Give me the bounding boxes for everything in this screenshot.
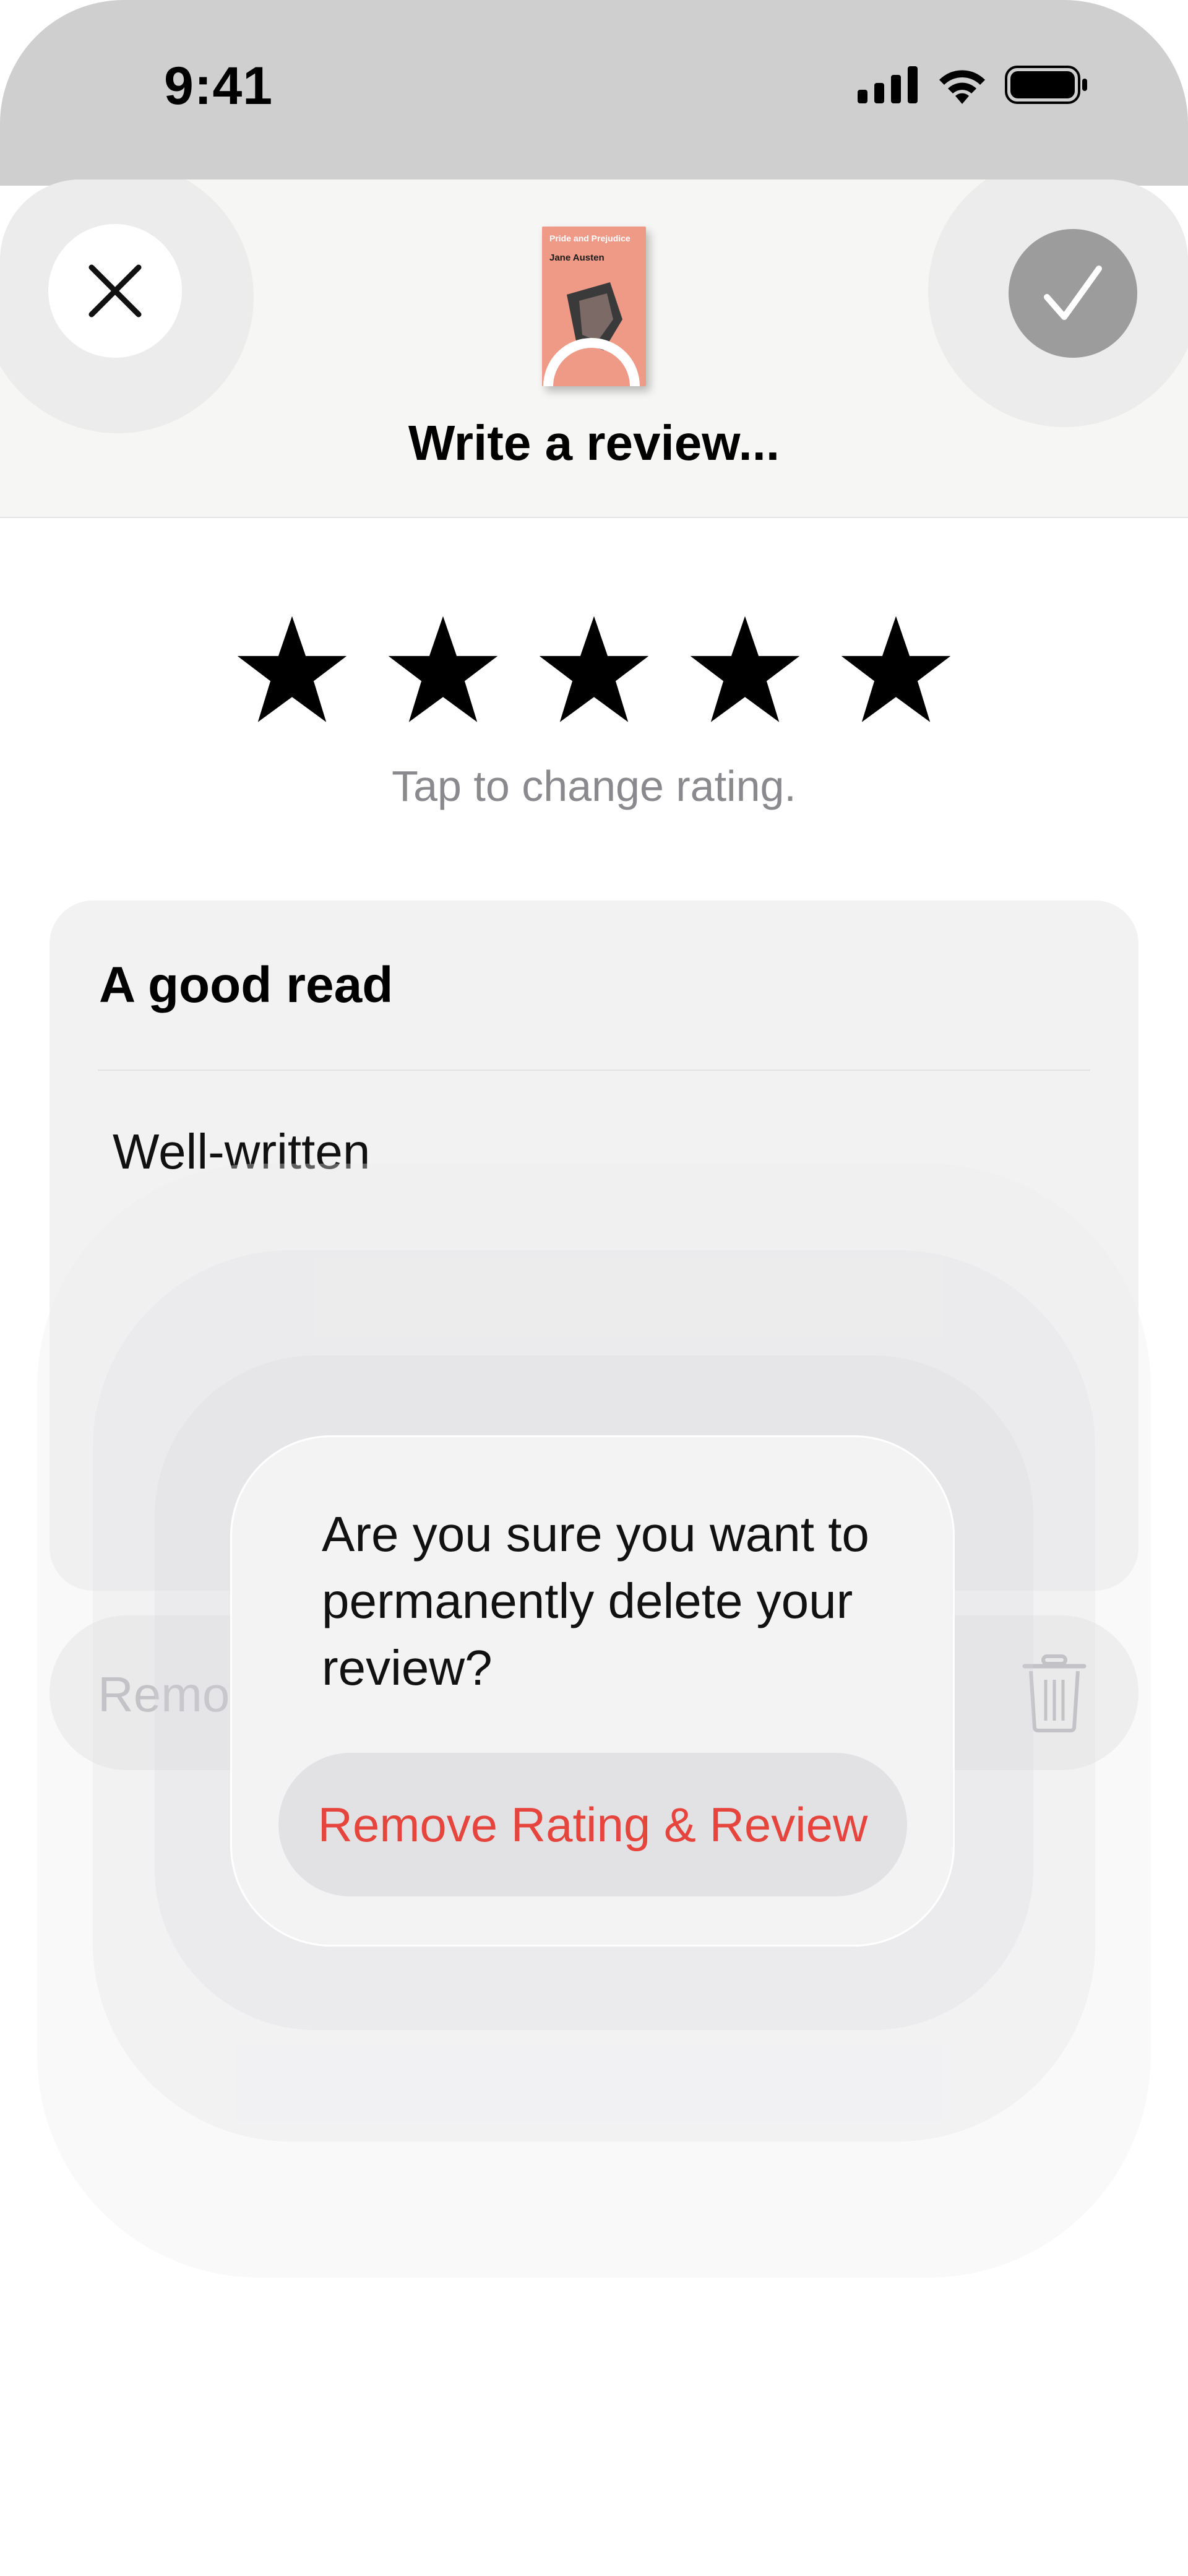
page-title: Write a review... xyxy=(408,415,780,470)
rating-hint: Tap to change rating. xyxy=(392,762,796,810)
star-icon[interactable] xyxy=(386,613,500,727)
star-icon[interactable] xyxy=(839,613,953,727)
remove-rating-review-button[interactable]: Remove Rating & Review xyxy=(278,1753,907,1896)
status-icons xyxy=(858,66,1089,104)
book-cover-art xyxy=(543,282,640,386)
star-icon[interactable] xyxy=(537,613,651,727)
review-title-field[interactable]: A good read xyxy=(99,956,393,1014)
done-button[interactable] xyxy=(1009,229,1137,358)
close-button[interactable] xyxy=(48,224,182,358)
wifi-icon xyxy=(939,70,985,104)
alert-message: Are you sure you want to permanently del… xyxy=(322,1506,869,1695)
checkmark-icon xyxy=(1044,266,1102,320)
star-icon[interactable] xyxy=(235,613,349,727)
star-icon[interactable] xyxy=(688,613,802,727)
divider xyxy=(98,1070,1090,1071)
battery-icon xyxy=(1005,66,1087,104)
status-time: 9:41 xyxy=(164,56,273,116)
book-cover: Pride and Prejudice Jane Austen xyxy=(542,227,646,386)
signal-icon xyxy=(858,66,918,103)
close-icon xyxy=(88,264,142,318)
star-rating[interactable] xyxy=(235,613,953,727)
status-bar: 9:41 xyxy=(0,0,1188,179)
